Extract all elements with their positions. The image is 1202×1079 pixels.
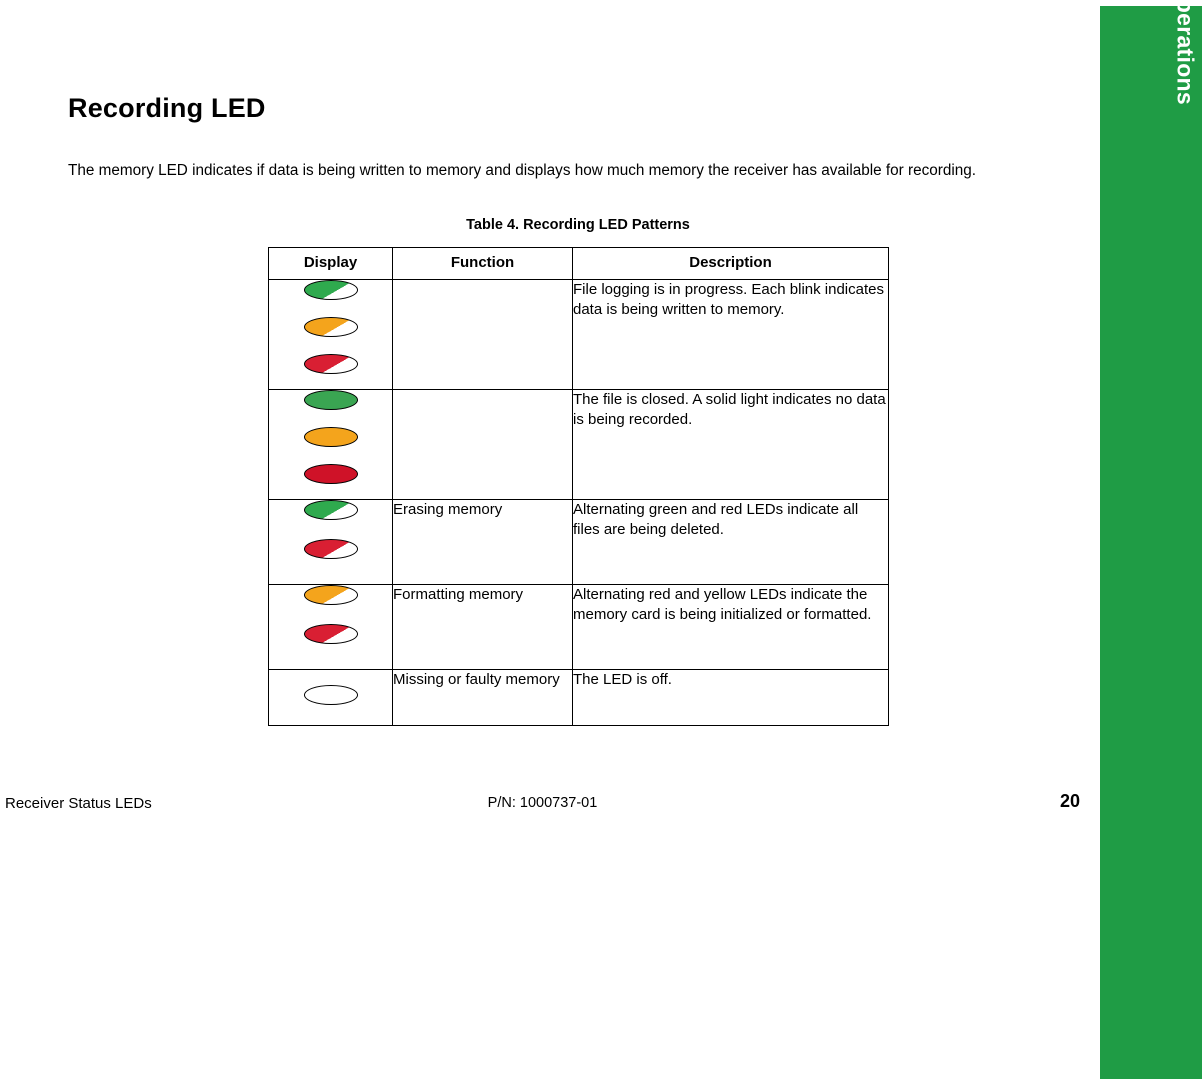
- led-blinking-red: [303, 354, 358, 374]
- led-solid-green: [303, 390, 358, 410]
- header-function: Function: [392, 247, 573, 280]
- side-band-label: Display Panel Operations: [1172, 0, 1199, 105]
- description-cell: The file is closed. A solid light indica…: [572, 389, 889, 500]
- function-cell: Missing or faulty memory: [392, 669, 573, 726]
- display-cell: [268, 389, 393, 500]
- recording-led-table: Display Function Description File loggin…: [268, 247, 889, 726]
- led-solid-red: [303, 464, 358, 484]
- description-cell: The LED is off.: [572, 669, 889, 726]
- led-stack: [269, 685, 392, 705]
- led-blinking-red: [303, 539, 358, 559]
- header-description: Description: [572, 247, 889, 280]
- display-cell: [268, 584, 393, 670]
- function-cell: Formatting memory: [392, 584, 573, 670]
- description-cell: Alternating green and red LEDs indicate …: [572, 499, 889, 585]
- led-blinking-yellow: [303, 317, 358, 337]
- page-title: Recording LED: [68, 93, 266, 123]
- table-row: Missing or faulty memory The LED is off.: [268, 669, 889, 726]
- description-cell: Alternating red and yellow LEDs indicate…: [572, 584, 889, 670]
- function-cell: [392, 279, 573, 390]
- led-off: [303, 685, 358, 705]
- footer-page-number: 20: [1060, 791, 1081, 811]
- led-blinking-green: [303, 500, 358, 520]
- led-blinking-red: [303, 624, 358, 644]
- led-stack: [269, 500, 392, 559]
- intro-paragraph: The memory LED indicates if data is bein…: [68, 162, 977, 179]
- table-caption: Table 4. Recording LED Patterns: [466, 217, 690, 233]
- page-content: Recording LED The memory LED indicates i…: [0, 0, 1100, 1079]
- function-cell: Erasing memory: [392, 499, 573, 585]
- description-cell: File logging is in progress. Each blink …: [572, 279, 889, 390]
- table-row: Formatting memory Alternating red and ye…: [268, 584, 889, 670]
- header-display: Display: [268, 247, 393, 280]
- led-stack: [269, 390, 392, 484]
- table-row: Erasing memory Alternating green and red…: [268, 499, 889, 585]
- side-band: Display Panel Operations: [1100, 0, 1202, 1079]
- led-blinking-green: [303, 280, 358, 300]
- table-header-row: Display Function Description: [268, 247, 889, 280]
- table-row: File logging is in progress. Each blink …: [268, 279, 889, 390]
- led-solid-yellow: [303, 427, 358, 447]
- display-cell: [268, 279, 393, 390]
- led-stack: [269, 280, 392, 374]
- table-row: The file is closed. A solid light indica…: [268, 389, 889, 500]
- led-blinking-yellow: [303, 585, 358, 605]
- footer-center-text: P/N: 1000737-01: [487, 795, 598, 811]
- led-stack: [269, 585, 392, 644]
- display-cell: [268, 669, 393, 726]
- function-cell: [392, 389, 573, 500]
- display-cell: [268, 499, 393, 585]
